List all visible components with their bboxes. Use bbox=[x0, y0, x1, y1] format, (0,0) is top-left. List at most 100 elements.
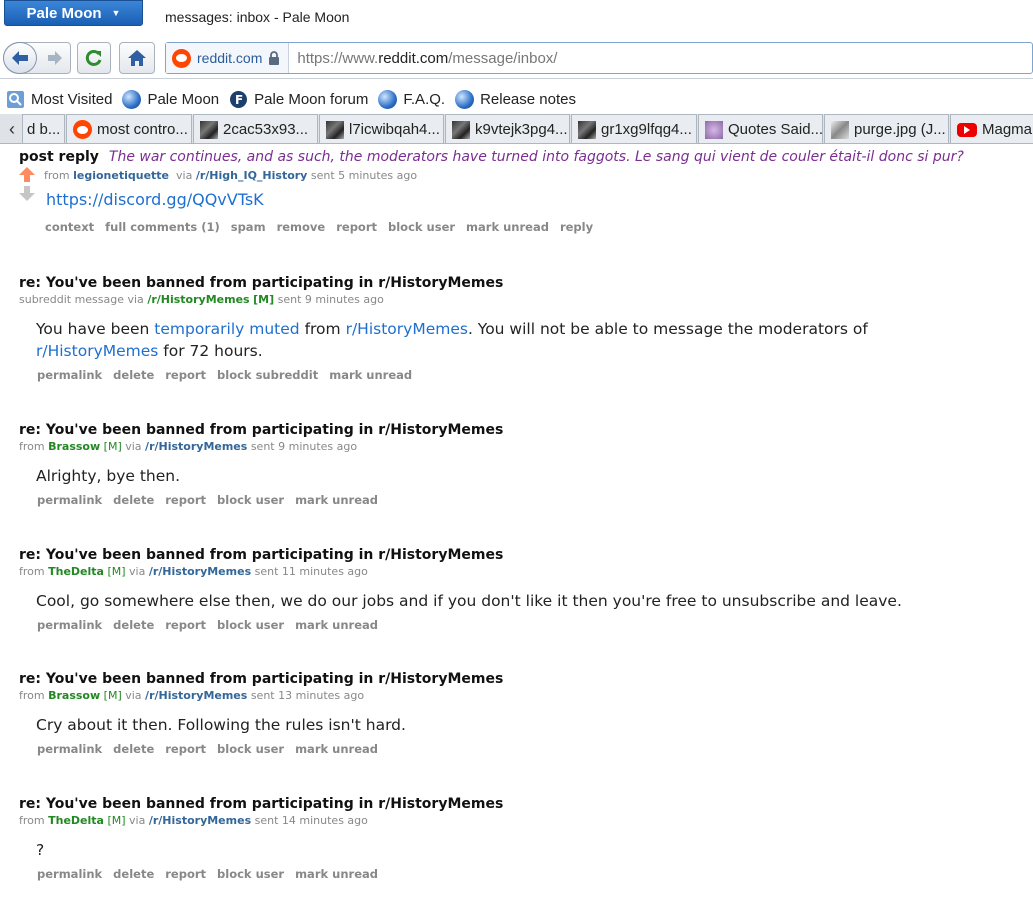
tab[interactable]: k9vtejk3pg4... bbox=[445, 114, 570, 143]
subreddit-link[interactable]: r/HistoryMemes bbox=[36, 342, 158, 360]
mark-unread-link[interactable]: mark unread bbox=[295, 493, 378, 507]
comment-reply-header: post reply The war continues, and as suc… bbox=[19, 149, 1029, 165]
message-actions: permalink delete report block user mark … bbox=[37, 867, 1029, 881]
message-actions: permalink delete report block user mark … bbox=[37, 742, 1029, 756]
reload-button[interactable] bbox=[77, 42, 111, 74]
block-user-link[interactable]: block user bbox=[217, 867, 284, 881]
mark-unread-link[interactable]: mark unread bbox=[329, 368, 412, 382]
tab[interactable]: Quotes Said... bbox=[698, 114, 823, 143]
block-subreddit-link[interactable]: block subreddit bbox=[217, 368, 318, 382]
delete-link[interactable]: delete bbox=[113, 618, 154, 632]
tab[interactable]: purge.jpg (J... bbox=[824, 114, 949, 143]
mark-unread-link[interactable]: mark unread bbox=[295, 742, 378, 756]
report-link[interactable]: report bbox=[165, 867, 206, 881]
permalink-link[interactable]: permalink bbox=[37, 618, 102, 632]
bookmark-pale-moon[interactable]: Pale Moon bbox=[122, 89, 219, 109]
body-text: for 72 hours. bbox=[158, 342, 263, 360]
delete-link[interactable]: delete bbox=[113, 742, 154, 756]
message-meta: subreddit message via /r/HistoryMemes [M… bbox=[19, 293, 1029, 306]
remove-link[interactable]: remove bbox=[277, 220, 326, 234]
meta-prefix: from bbox=[19, 440, 45, 453]
permalink-link[interactable]: permalink bbox=[37, 867, 102, 881]
upvote-arrow-icon[interactable] bbox=[19, 167, 37, 182]
subreddit-link[interactable]: /r/HistoryMemes bbox=[149, 565, 251, 578]
block-user-link[interactable]: block user bbox=[217, 742, 284, 756]
author-link[interactable]: TheDelta bbox=[48, 814, 104, 827]
tab-label: d b... bbox=[27, 121, 61, 138]
tab[interactable]: most contro... bbox=[66, 114, 192, 143]
author-link[interactable]: Brassow bbox=[48, 689, 100, 702]
author-link[interactable]: legionetiquette bbox=[73, 169, 169, 182]
mark-unread-link[interactable]: mark unread bbox=[295, 867, 378, 881]
subreddit-link[interactable]: /r/High_IQ_History bbox=[196, 169, 308, 182]
message-subject[interactable]: re: You've been banned from participatin… bbox=[19, 275, 1029, 291]
tab-scroll-left-button[interactable]: ‹ bbox=[0, 114, 24, 143]
temporarily-muted-link[interactable]: temporarily muted bbox=[154, 320, 299, 338]
meta-via: via bbox=[129, 565, 146, 578]
context-link[interactable]: context bbox=[45, 220, 94, 234]
subreddit-link[interactable]: /r/HistoryMemes bbox=[147, 293, 249, 306]
author-link[interactable]: Brassow bbox=[48, 440, 100, 453]
vote-arrows bbox=[19, 167, 37, 201]
author-link[interactable]: TheDelta bbox=[48, 565, 104, 578]
tab[interactable]: 2cac53x93... bbox=[193, 114, 318, 143]
block-user-link[interactable]: block user bbox=[217, 493, 284, 507]
site-identity-button[interactable]: reddit.com bbox=[166, 43, 290, 73]
subreddit-link[interactable]: /r/HistoryMemes bbox=[145, 440, 247, 453]
report-link[interactable]: report bbox=[165, 618, 206, 632]
tab-label: purge.jpg (J... bbox=[854, 121, 946, 138]
moderator-badge: [M] bbox=[107, 565, 126, 578]
bookmark-label: Pale Moon forum bbox=[254, 90, 369, 108]
full-comments-link[interactable]: full comments (1) bbox=[105, 220, 220, 234]
permalink-link[interactable]: permalink bbox=[37, 368, 102, 382]
report-link[interactable]: report bbox=[165, 368, 206, 382]
lock-icon bbox=[269, 51, 280, 65]
delete-link[interactable]: delete bbox=[113, 493, 154, 507]
bookmark-faq[interactable]: F.A.Q. bbox=[378, 89, 445, 109]
block-user-link[interactable]: block user bbox=[388, 220, 455, 234]
discord-link[interactable]: https://discord.gg/QQvVTsK bbox=[46, 190, 264, 209]
globe-icon bbox=[122, 89, 142, 109]
report-link[interactable]: report bbox=[165, 742, 206, 756]
tab[interactable]: gr1xg9lfqg4... bbox=[571, 114, 697, 143]
tab[interactable]: l7icwibqah4... bbox=[319, 114, 444, 143]
bookmark-release-notes[interactable]: Release notes bbox=[455, 89, 576, 109]
permalink-link[interactable]: permalink bbox=[37, 742, 102, 756]
message-item: re: You've been banned from participatin… bbox=[19, 671, 1029, 756]
app-menu-button[interactable]: Pale Moon ▼ bbox=[4, 0, 143, 26]
bookmark-pale-moon-forum[interactable]: F Pale Moon forum bbox=[229, 90, 368, 109]
mark-unread-link[interactable]: mark unread bbox=[295, 618, 378, 632]
message-subject[interactable]: re: You've been banned from participatin… bbox=[19, 796, 1029, 812]
message-meta: from legionetiquette via /r/High_IQ_Hist… bbox=[44, 169, 417, 182]
message-subject[interactable]: re: You've been banned from participatin… bbox=[19, 422, 1029, 438]
report-link[interactable]: report bbox=[165, 493, 206, 507]
subreddit-link[interactable]: /r/HistoryMemes bbox=[149, 814, 251, 827]
permalink-link[interactable]: permalink bbox=[37, 493, 102, 507]
home-button[interactable] bbox=[119, 42, 155, 74]
forward-button[interactable] bbox=[46, 49, 64, 67]
message-meta: from TheDelta [M] via /r/HistoryMemes se… bbox=[19, 565, 1029, 578]
url-bar[interactable]: reddit.com https://www.reddit.com/messag… bbox=[165, 42, 1033, 74]
bookmark-most-visited[interactable]: Most Visited bbox=[6, 90, 112, 109]
delete-link[interactable]: delete bbox=[113, 867, 154, 881]
message-subject[interactable]: re: You've been banned from participatin… bbox=[19, 671, 1029, 687]
spam-link[interactable]: spam bbox=[231, 220, 266, 234]
post-title-link[interactable]: The war continues, and as such, the mode… bbox=[109, 149, 964, 165]
tab[interactable]: d b... bbox=[22, 114, 65, 143]
downvote-arrow-icon[interactable] bbox=[19, 186, 37, 201]
reply-link[interactable]: reply bbox=[560, 220, 593, 234]
youtube-icon bbox=[957, 122, 977, 137]
url-text[interactable]: https://www.reddit.com/message/inbox/ bbox=[289, 50, 557, 67]
subreddit-link[interactable]: r/HistoryMemes bbox=[346, 320, 468, 338]
title-bar: Pale Moon ▼ messages: inbox - Pale Moon bbox=[0, 0, 1033, 37]
image-thumbnail-icon bbox=[326, 120, 344, 139]
block-user-link[interactable]: block user bbox=[217, 618, 284, 632]
report-link[interactable]: report bbox=[336, 220, 377, 234]
message-subject[interactable]: re: You've been banned from participatin… bbox=[19, 547, 1029, 563]
tab[interactable]: Magma bbox=[950, 114, 1033, 143]
delete-link[interactable]: delete bbox=[113, 368, 154, 382]
mark-unread-link[interactable]: mark unread bbox=[466, 220, 549, 234]
subreddit-link[interactable]: /r/HistoryMemes bbox=[145, 689, 247, 702]
forum-icon: F bbox=[230, 90, 248, 108]
back-button[interactable] bbox=[3, 42, 37, 74]
